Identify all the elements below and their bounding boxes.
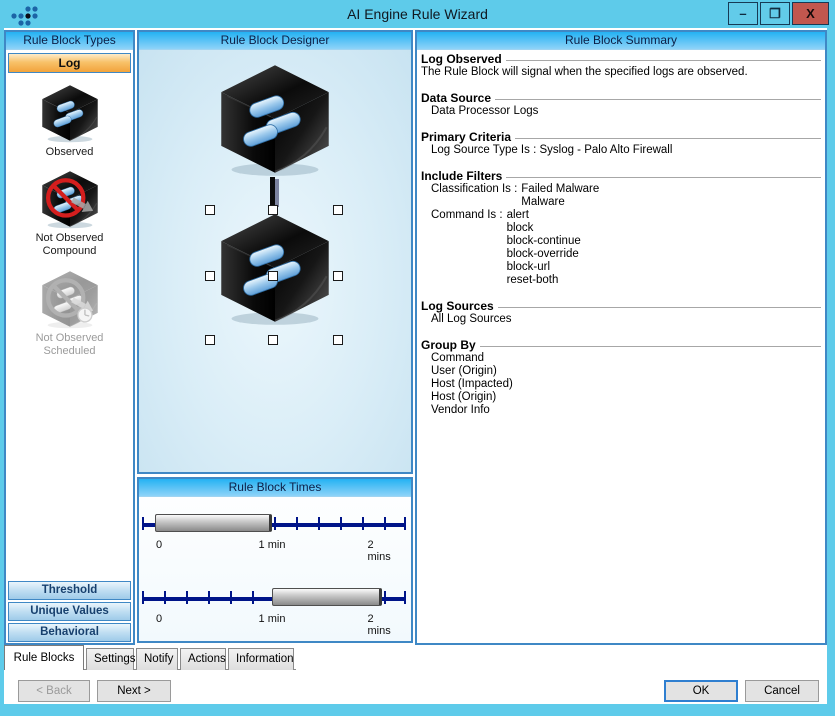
section-title: Log Sources	[421, 300, 494, 313]
close-button[interactable]: X	[792, 2, 829, 25]
section-line: Data Processor Logs	[431, 105, 821, 118]
filter-value: block-url	[507, 261, 581, 274]
filter-label: Command Is :	[431, 209, 503, 287]
group-by-field: Command	[431, 352, 821, 365]
rule-block-designer-header: Rule Block Designer	[139, 32, 411, 50]
summary-body: Log Observed The Rule Block will signal …	[417, 50, 825, 643]
summary-section-log-observed: Log Observed The Rule Block will signal …	[421, 53, 821, 79]
rule-type-observed-label: Observed	[6, 146, 133, 159]
selection-handle-bottom-right[interactable]	[333, 335, 343, 345]
behavioral-category-button[interactable]: Behavioral	[8, 623, 131, 642]
titlebar: AI Engine Rule Wizard – ❐ X	[0, 0, 835, 28]
section-title: Group By	[421, 339, 476, 352]
maximize-button[interactable]: ❐	[760, 2, 790, 25]
summary-section-log-sources: Log Sources All Log Sources	[421, 300, 821, 326]
wizard-window: AI Engine Rule Wizard – ❐ X Rule Block T…	[0, 0, 835, 716]
log-category-button[interactable]: Log	[8, 53, 131, 73]
selection-handle-middle-center[interactable]	[268, 271, 278, 281]
group-by-field: Host (Origin)	[431, 391, 821, 404]
window-controls: – ❐ X	[728, 2, 829, 25]
section-rule	[495, 99, 821, 101]
minimize-button[interactable]: –	[728, 2, 758, 25]
section-title: Data Source	[421, 92, 491, 105]
tab-information[interactable]: Information	[228, 648, 294, 670]
summary-section-primary-criteria: Primary Criteria Log Source Type Is : Sy…	[421, 131, 821, 157]
rule-type-not-observed-scheduled-label: Not Observed Scheduled	[6, 332, 133, 358]
filter-value: block-override	[507, 248, 581, 261]
time-slider-1-label-2mins: 2 mins	[368, 539, 397, 563]
filter-value: Failed Malware	[521, 183, 599, 196]
tab-rule-blocks[interactable]: Rule Blocks	[4, 645, 84, 670]
tab-notify[interactable]: Notify	[136, 648, 178, 670]
rule-block-times-panel: Rule Block Times 0 1 min 2 mins	[137, 477, 413, 643]
designer-canvas[interactable]	[139, 50, 411, 472]
section-line: Log Source Type Is : Syslog - Palo Alto …	[431, 144, 821, 157]
rule-type-not-observed-compound-label: Not Observed Compound	[6, 232, 133, 258]
rule-block-designer-panel: Rule Block Designer	[137, 30, 413, 474]
rule-block-types-panel: Rule Block Types Log Observed Not Observ…	[4, 30, 135, 645]
filter-value: block	[507, 222, 581, 235]
filter-value: block-continue	[507, 235, 581, 248]
time-slider-1-label-0: 0	[156, 539, 162, 551]
cancel-button[interactable]: Cancel	[745, 680, 819, 702]
time-slider-1: 0 1 min 2 mins	[139, 499, 411, 559]
block-connector-shadow	[275, 179, 279, 207]
threshold-category-button[interactable]: Threshold	[8, 581, 131, 600]
back-button[interactable]: < Back	[18, 680, 90, 702]
summary-section-group-by: Group By Command User (Origin) Host (Imp…	[421, 339, 821, 417]
group-by-field: User (Origin)	[431, 365, 821, 378]
section-title: Log Observed	[421, 53, 502, 66]
section-rule	[506, 60, 821, 62]
wizard-tab-strip: Rule Blocks Settings Notify Actions Info…	[4, 645, 296, 670]
section-rule	[515, 138, 821, 140]
section-rule	[506, 177, 821, 179]
filter-value: alert	[507, 209, 581, 222]
tab-settings[interactable]: Settings	[86, 648, 134, 670]
time-slider-2-label-2mins: 2 mins	[368, 613, 397, 637]
selection-handle-bottom-left[interactable]	[205, 335, 215, 345]
time-slider-2-label-0: 0	[156, 613, 162, 625]
tab-actions[interactable]: Actions	[180, 648, 226, 670]
rule-type-not-observed-compound[interactable]: Not Observed Compound	[6, 170, 133, 258]
section-line: All Log Sources	[431, 313, 821, 326]
filter-value: reset-both	[507, 274, 581, 287]
filter-label: Classification Is :	[431, 183, 517, 209]
filter-classification: Classification Is : Failed Malware Malwa…	[431, 183, 821, 209]
time-slider-2: 0 1 min 2 mins	[139, 573, 411, 633]
next-button[interactable]: Next >	[97, 680, 171, 702]
section-rule	[498, 307, 821, 309]
summary-section-data-source: Data Source Data Processor Logs	[421, 92, 821, 118]
section-line: The Rule Block will signal when the spec…	[421, 66, 821, 79]
filter-value: Malware	[521, 196, 599, 209]
rule-block-times-header: Rule Block Times	[139, 479, 411, 497]
time-slider-2-bar[interactable]	[272, 588, 382, 606]
unique-values-category-button[interactable]: Unique Values	[8, 602, 131, 621]
log-observed-cube-icon	[38, 84, 102, 143]
log-not-observed-compound-icon	[38, 170, 102, 229]
log-not-observed-scheduled-icon	[38, 270, 102, 329]
rule-type-not-observed-scheduled[interactable]: Not Observed Scheduled	[6, 270, 133, 358]
rule-block-summary-panel: Rule Block Summary Log Observed The Rule…	[415, 30, 827, 645]
section-title: Include Filters	[421, 170, 502, 183]
section-rule	[480, 346, 821, 348]
rule-block-types-header: Rule Block Types	[6, 32, 133, 50]
time-slider-1-label-1min: 1 min	[259, 539, 286, 551]
rule-block-summary-header: Rule Block Summary	[417, 32, 825, 50]
section-title: Primary Criteria	[421, 131, 511, 144]
ok-button[interactable]: OK	[664, 680, 738, 702]
window-title: AI Engine Rule Wizard	[0, 6, 835, 22]
group-by-field: Vendor Info	[431, 404, 821, 417]
designer-upper-rule-block-cube-icon[interactable]	[213, 63, 337, 177]
filter-command: Command Is : alert block block-continue …	[431, 209, 821, 287]
designer-selected-rule-block-cube-icon[interactable]	[213, 212, 337, 326]
rule-type-observed[interactable]: Observed	[6, 84, 133, 159]
wizard-dialog: Rule Block Types Log Observed Not Observ…	[4, 28, 827, 704]
summary-section-include-filters: Include Filters Classification Is : Fail…	[421, 170, 821, 287]
selection-handle-bottom-center[interactable]	[268, 335, 278, 345]
time-slider-1-bar[interactable]	[155, 514, 272, 532]
time-slider-2-label-1min: 1 min	[259, 613, 286, 625]
group-by-field: Host (Impacted)	[431, 378, 821, 391]
